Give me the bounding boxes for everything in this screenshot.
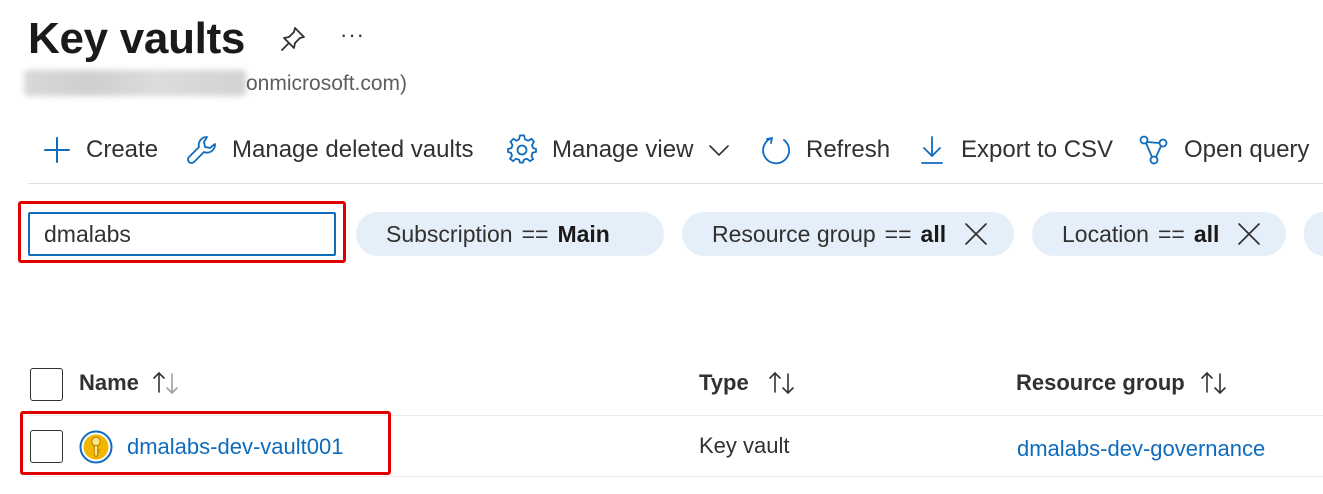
- type-cell: Key vault: [699, 433, 790, 458]
- manage-view-label: Manage view: [552, 136, 694, 163]
- filter-operator: ==: [1157, 220, 1185, 247]
- select-all-checkbox[interactable]: [30, 368, 63, 401]
- command-bar: Create Manage deleted vaults Manage view…: [0, 128, 1323, 172]
- create-button[interactable]: Create: [42, 128, 158, 172]
- sort-icon: [153, 371, 178, 395]
- plus-icon: [44, 137, 70, 163]
- page-title: Key vaults: [28, 14, 246, 63]
- create-label: Create: [86, 136, 159, 163]
- tenant-domain: onmicrosoft.com): [246, 72, 408, 95]
- tenant-name-redacted: [24, 70, 246, 96]
- manage-view-button[interactable]: Manage view: [506, 128, 731, 172]
- gear-icon: [507, 134, 537, 164]
- key-vault-icon: [79, 430, 113, 469]
- row-checkbox[interactable]: [30, 430, 63, 463]
- column-label: Type: [699, 370, 749, 395]
- table-header: Name Type Resource group: [28, 360, 1323, 406]
- open-query-label: Open query: [1184, 136, 1310, 163]
- export-csv-label: Export to CSV: [961, 136, 1114, 163]
- toolbar-divider: [28, 183, 1323, 184]
- refresh-icon: [762, 137, 791, 165]
- refresh-label: Refresh: [806, 136, 891, 163]
- filter-key: Resource group: [712, 220, 876, 247]
- vault-name-link[interactable]: dmalabs-dev-vault001: [127, 434, 343, 460]
- search-input[interactable]: [28, 212, 336, 256]
- refresh-button[interactable]: Refresh: [760, 128, 890, 172]
- filter-pill-subscription[interactable]: Subscription == Main: [356, 212, 664, 256]
- export-csv-button[interactable]: Export to CSV: [917, 128, 1113, 172]
- filter-pill-resource-group[interactable]: Resource group == all: [682, 212, 1014, 256]
- sort-icon: [1200, 371, 1226, 395]
- resource-group-link[interactable]: dmalabs-dev-governance: [1017, 436, 1265, 462]
- column-header-type[interactable]: Type: [699, 360, 797, 406]
- more-options-icon[interactable]: ···: [340, 22, 365, 48]
- filter-key: Subscription: [386, 220, 513, 247]
- filter-pill-add[interactable]: [1304, 212, 1323, 256]
- filter-value: all: [920, 220, 947, 247]
- query-graph-icon: [1139, 135, 1168, 165]
- column-header-name[interactable]: Name: [79, 360, 181, 406]
- filter-key: Location: [1062, 220, 1149, 247]
- sort-icon: [768, 371, 794, 395]
- filter-operator: ==: [521, 220, 549, 247]
- pin-icon[interactable]: [278, 24, 308, 54]
- column-label: Name: [79, 370, 139, 395]
- column-label: Resource group: [1016, 370, 1185, 395]
- column-header-resource-group[interactable]: Resource group: [1016, 360, 1229, 406]
- filter-value: Main: [557, 220, 610, 247]
- row-divider: [28, 476, 1323, 477]
- table-row: dmalabs-dev-vault001 Key vault dmalabs-d…: [28, 416, 1323, 476]
- filter-operator: ==: [884, 220, 912, 247]
- manage-deleted-vaults-button[interactable]: Manage deleted vaults: [186, 128, 474, 172]
- chevron-down-icon: [709, 145, 730, 157]
- manage-deleted-label: Manage deleted vaults: [232, 136, 474, 163]
- open-query-button[interactable]: Open query: [1138, 128, 1309, 172]
- download-icon: [921, 136, 943, 164]
- wrench-icon: [187, 136, 216, 164]
- close-icon[interactable]: [964, 222, 988, 246]
- close-icon[interactable]: [1237, 222, 1261, 246]
- filter-pill-location[interactable]: Location == all: [1032, 212, 1286, 256]
- filter-value: all: [1193, 220, 1220, 247]
